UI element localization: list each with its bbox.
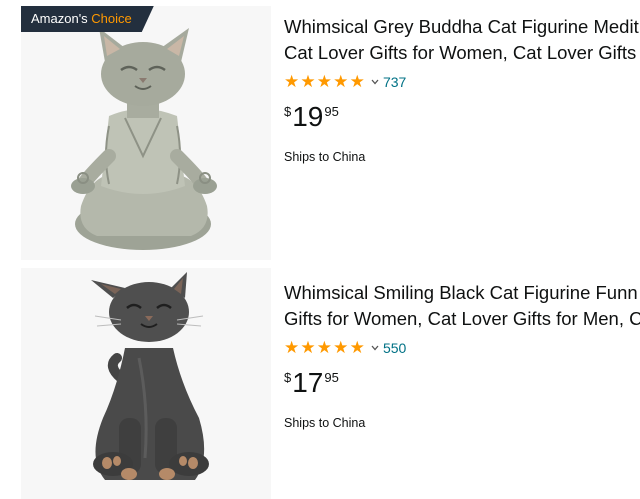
product-card[interactable]: Amazon's Choice Whimsical Grey Buddha Ca… [0, 0, 640, 262]
price[interactable]: $ 17 95 [284, 368, 640, 402]
chevron-down-icon[interactable] [370, 77, 380, 87]
rating-row: ★ ★ ★ ★ ★ 737 [284, 72, 640, 92]
price-symbol: $ [284, 104, 292, 119]
star-icon: ★ [300, 72, 316, 92]
shipping-info: Ships to China [284, 150, 366, 164]
review-count-link[interactable]: 737 [383, 74, 406, 90]
star-icon: ★ [300, 338, 316, 358]
review-count-link[interactable]: 550 [383, 340, 406, 356]
star-rating[interactable]: ★ ★ ★ ★ ★ [284, 72, 366, 92]
product-card[interactable]: Whimsical Smiling Black Cat Figurine Fun… [0, 268, 640, 499]
star-icon: ★ [333, 338, 349, 358]
product-image[interactable] [21, 6, 271, 260]
chevron-down-icon[interactable] [370, 343, 380, 353]
price-fraction: 95 [324, 104, 339, 119]
amazons-choice-badge: Amazon's Choice [21, 6, 154, 32]
rating-row: ★ ★ ★ ★ ★ 550 [284, 338, 640, 358]
badge-prefix: Amazon's [31, 11, 92, 26]
product-info: Whimsical Grey Buddha Cat Figurine Medit… [284, 14, 640, 164]
star-icon: ★ [349, 72, 365, 92]
star-icon: ★ [333, 72, 349, 92]
star-icon: ★ [349, 338, 365, 358]
shipping-info: Ships to China [284, 416, 366, 430]
star-icon: ★ [284, 338, 300, 358]
product-image[interactable] [21, 268, 271, 499]
product-title-line-2[interactable]: Gifts for Women, Cat Lover Gifts for Men… [284, 306, 640, 332]
search-results: Amazon's Choice Whimsical Grey Buddha Ca… [0, 0, 640, 499]
black-cat-figurine-icon [91, 272, 209, 480]
star-icon: ★ [284, 72, 300, 92]
price-whole: 19 [292, 101, 324, 132]
star-icon: ★ [316, 338, 333, 358]
product-info: Whimsical Smiling Black Cat Figurine Fun… [284, 280, 640, 430]
price-symbol: $ [284, 370, 292, 385]
price[interactable]: $ 19 95 [284, 102, 640, 136]
star-rating[interactable]: ★ ★ ★ ★ ★ [284, 338, 366, 358]
price-whole: 17 [292, 367, 324, 398]
price-fraction: 95 [324, 370, 339, 385]
product-title-line-1[interactable]: Whimsical Smiling Black Cat Figurine Fun… [284, 280, 640, 306]
product-title-line-1[interactable]: Whimsical Grey Buddha Cat Figurine Medit [284, 14, 640, 40]
product-title-line-2[interactable]: Cat Lover Gifts for Women, Cat Lover Gif… [284, 40, 640, 66]
star-icon: ★ [316, 72, 333, 92]
badge-accent: Choice [91, 11, 132, 26]
grey-buddha-cat-figurine-icon [71, 28, 217, 250]
